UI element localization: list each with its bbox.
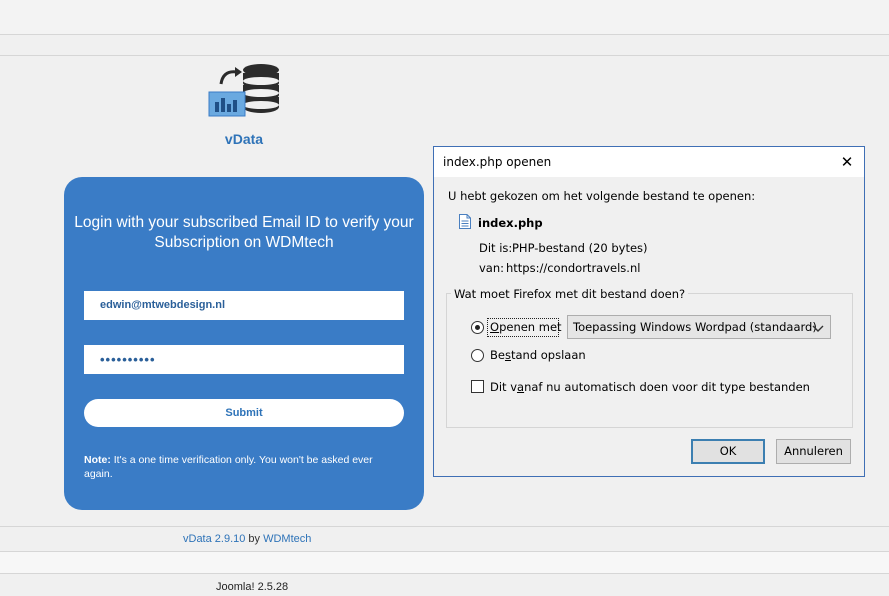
password-field[interactable]: •••••••••• <box>84 345 404 374</box>
divider <box>0 526 889 527</box>
dialog-titlebar[interactable]: index.php openen ✕ <box>434 147 864 177</box>
cancel-button[interactable]: Annuleren <box>776 439 851 464</box>
divider <box>0 55 889 56</box>
login-heading: Login with your subscribed Email ID to v… <box>74 214 414 251</box>
top-bar <box>0 0 889 34</box>
label-pre: Dit v <box>490 380 518 394</box>
radio-selected-dot <box>475 325 480 330</box>
label-rest: penen met <box>499 320 562 334</box>
save-file-label[interactable]: Bestand opslaan <box>490 348 586 362</box>
vdata-logo-icon <box>207 62 283 118</box>
joomla-version: Joomla! 2.5.28 <box>216 581 289 593</box>
ok-button[interactable]: OK <box>691 439 765 464</box>
brand-title: vData <box>224 131 264 147</box>
auto-label[interactable]: Dit vanaf nu automatisch doen voor dit t… <box>490 380 810 394</box>
note-text: It's a one time verification only. You w… <box>84 454 373 480</box>
open-with-select[interactable]: Toepassing Windows Wordpad (standaard) <box>567 315 831 339</box>
label-post: tand opslaan <box>510 348 586 362</box>
author-link[interactable]: WDMtech <box>263 533 311 545</box>
accel-key: O <box>490 320 500 334</box>
login-card: Login with your subscribed Email ID to v… <box>64 177 424 510</box>
divider <box>0 551 889 552</box>
open-file-dialog: index.php openen ✕ U hebt gekozen om het… <box>433 146 865 477</box>
selected-app: Toepassing Windows Wordpad (standaard) <box>573 320 817 334</box>
dialog-title: index.php openen <box>443 155 552 169</box>
from-value: https://condortravels.nl <box>506 261 641 275</box>
by-text: by <box>245 533 264 545</box>
file-name: index.php <box>478 216 543 230</box>
auto-checkbox[interactable] <box>471 380 484 393</box>
version-footer: vData 2.9.10 by WDMtech <box>183 533 311 545</box>
dialog-intro: U hebt gekozen om het volgende bestand t… <box>448 189 756 203</box>
label-post: naf nu automatisch doen voor dit type be… <box>524 380 810 394</box>
open-with-label[interactable]: Openen met <box>490 320 562 334</box>
open-with-radio[interactable] <box>471 321 484 334</box>
submit-button[interactable]: Submit <box>84 399 404 427</box>
label-pre: Be <box>490 348 505 362</box>
document-file-icon <box>459 214 471 229</box>
footer-band <box>0 551 889 573</box>
chevron-down-icon <box>812 322 824 332</box>
save-file-radio[interactable] <box>471 349 484 362</box>
divider <box>0 34 889 35</box>
close-icon[interactable]: ✕ <box>836 151 858 173</box>
email-field[interactable]: edwin@mtwebdesign.nl <box>84 291 404 320</box>
type-label: Dit is: <box>479 241 513 255</box>
type-value: PHP-bestand (20 bytes) <box>512 241 648 255</box>
action-question: Wat moet Firefox met dit bestand doen? <box>451 287 689 301</box>
divider <box>0 573 889 574</box>
note-label: Note: <box>84 454 111 466</box>
from-label: van: <box>479 261 505 275</box>
login-note: Note: It's a one time verification only.… <box>84 453 404 481</box>
version-text: vData 2.9.10 <box>183 533 246 545</box>
